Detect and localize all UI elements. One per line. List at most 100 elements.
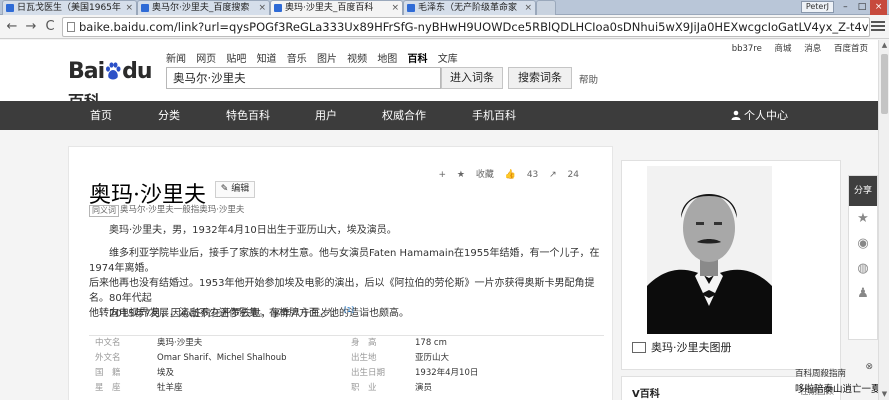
close-button[interactable]: × [870, 0, 888, 15]
tab-title: 日瓦戈医生（美国1965年 [17, 3, 121, 13]
baidu-baike-logo[interactable]: Baidu百科 [68, 56, 158, 111]
tab-title: 奥玛·沙里夫_百度百科 [285, 3, 374, 13]
reload-button[interactable]: C [41, 18, 59, 36]
forward-button[interactable]: → [22, 18, 40, 36]
minimize-button[interactable]: – [837, 0, 854, 15]
portrait-photo[interactable] [647, 166, 772, 334]
tab-favicon-icon [6, 4, 14, 12]
back-button[interactable]: ← [3, 18, 21, 36]
tab-close-icon[interactable]: × [524, 1, 532, 15]
scroll-up-icon[interactable]: ▲ [880, 41, 889, 50]
browser-tab-3-active[interactable]: 奥玛·沙里夫_百度百科 × [270, 0, 403, 15]
info-row: 星 座 牡羊座 职 业 演员 [95, 383, 433, 393]
profile-button[interactable]: PeterJ [800, 1, 834, 13]
reference-link[interactable]: [1] [344, 306, 354, 314]
basic-info-table: 中文名 奥玛·沙里夫 身 高 178 cm 外文名 Omar Sharif、Mi… [89, 335, 604, 396]
summary-paragraph-1: 奥玛·沙里夫，男，1932年4月10日出生于亚历山大，埃及演员。 [109, 225, 397, 236]
qq-icon[interactable]: ♟ [849, 281, 877, 306]
share-panel: 分享 ★ ◉ ◍ ♟ [848, 175, 878, 340]
nav-mobile[interactable]: 手机百科 [472, 101, 516, 130]
person-icon [731, 110, 741, 120]
close-icon[interactable]: ⊗ [865, 362, 873, 372]
window-controls: – □ × [837, 0, 888, 15]
site-header: 新闻 网页 贴吧 知道 音乐 图片 视频 地图 百科 文库 bb37re 商城 … [0, 40, 878, 111]
synonym-text: 奥马尔·沙里夫一般指奥玛·沙里夫 [120, 205, 245, 215]
summary-paragraph-3: 2015年7月，因心脏病在开罗去世，享年八十三岁。 [1] [109, 306, 354, 320]
tab-favicon-icon [407, 4, 415, 12]
wechat-icon[interactable]: ◍ [849, 256, 877, 281]
page-scrollbar[interactable]: ▲ ▼ [878, 40, 889, 400]
info-row: 国 籍 埃及 出生日期 1932年4月10日 [95, 368, 479, 378]
v-baike-title: V百科 [632, 389, 660, 400]
like-button[interactable]: 👍 43 [505, 170, 539, 180]
user-links: bb37re 商城 消息 百度首页 [722, 42, 868, 54]
link-web[interactable]: 网页 [196, 54, 216, 65]
baidu-home-link[interactable]: 百度首页 [834, 44, 868, 54]
link-baike[interactable]: 百科 [408, 54, 428, 65]
page-icon [67, 22, 75, 32]
album-icon [632, 342, 646, 353]
link-news[interactable]: 新闻 [166, 54, 186, 65]
browser-tab-2[interactable]: 奥马尔·沙里夫_百度搜索 × [137, 0, 270, 15]
mall-link[interactable]: 商城 [775, 44, 792, 54]
link-wenku[interactable]: 文库 [438, 54, 458, 65]
edit-button[interactable]: ✎ 编辑 [215, 181, 255, 198]
search-input[interactable]: 奥马尔·沙里夫 [166, 67, 441, 89]
share-label: 分享 [849, 176, 877, 206]
link-zhidao[interactable]: 知道 [257, 54, 277, 65]
new-tab-button[interactable] [536, 0, 556, 15]
scroll-thumb[interactable] [881, 54, 888, 114]
nav-category[interactable]: 分类 [158, 101, 180, 130]
promo-popup[interactable]: ⊗ 百科周殺指南 哆啦陪泰山逍亡一夏 [793, 361, 878, 399]
help-link[interactable]: 帮助 [579, 72, 598, 86]
browser-tab-4[interactable]: 毛泽东（无产阶级革命家 × [403, 0, 536, 15]
browser-tab-1[interactable]: 日瓦戈医生（美国1965年 × [2, 0, 137, 15]
page-viewport: 新闻 网页 贴吧 知道 音乐 图片 视频 地图 百科 文库 bb37re 商城 … [0, 40, 878, 400]
synonym-tag: 同义词 [89, 205, 119, 217]
product-links: 新闻 网页 贴吧 知道 音乐 图片 视频 地图 百科 文库 [166, 50, 465, 65]
tab-close-icon[interactable]: × [258, 1, 266, 15]
nav-personal-center[interactable]: 个人中心 [731, 101, 788, 130]
paw-icon [106, 62, 121, 80]
main-navbar: 首页 分类 特色百科 用户 权威合作 手机百科 个人中心 [0, 101, 878, 130]
collect-button[interactable]: ★ 收藏 [457, 170, 494, 180]
article-actions: + ★ 收藏 👍 43 ↗ 24 [430, 167, 579, 180]
tab-favicon-icon [274, 4, 282, 12]
share-count-button[interactable]: ↗ 24 [549, 170, 579, 180]
username-link[interactable]: bb37re [732, 44, 762, 54]
nav-featured[interactable]: 特色百科 [226, 101, 270, 130]
link-tieba[interactable]: 贴吧 [226, 54, 246, 65]
menu-icon[interactable] [871, 19, 885, 35]
nav-authority[interactable]: 权威合作 [382, 101, 426, 130]
browser-tab-bar: 日瓦戈医生（美国1965年 × 奥马尔·沙里夫_百度搜索 × 奥玛·沙里夫_百度… [0, 0, 889, 15]
album-link[interactable]: 奥玛·沙里夫图册 [651, 339, 732, 355]
nav-home[interactable]: 首页 [90, 101, 112, 130]
link-music[interactable]: 音乐 [287, 54, 307, 65]
scroll-down-icon[interactable]: ▼ [880, 390, 889, 399]
link-images[interactable]: 图片 [317, 54, 337, 65]
tab-title: 奥马尔·沙里夫_百度搜索 [152, 3, 250, 13]
sidebar-album-card: 奥玛·沙里夫图册 [621, 160, 841, 370]
tab-close-icon[interactable]: × [125, 1, 133, 15]
messages-link[interactable]: 消息 [804, 44, 821, 54]
info-row: 中文名 奥玛·沙里夫 身 高 178 cm [95, 338, 447, 348]
star-icon[interactable]: ★ [849, 206, 877, 231]
tab-favicon-icon [141, 4, 149, 12]
article-card: + ★ 收藏 👍 43 ↗ 24 奥玛·沙里夫 ✎ 编辑 同义词 奥马尔·沙里夫… [68, 146, 613, 400]
weibo-icon[interactable]: ◉ [849, 231, 877, 256]
address-text: baike.baidu.com/link?url=qysPOGf3ReGLa33… [79, 20, 870, 34]
add-icon[interactable]: + [438, 170, 446, 180]
info-row: 外文名 Omar Sharif、Michel Shalhoub 出生地 亚历山大 [95, 353, 450, 363]
link-map[interactable]: 地图 [377, 54, 397, 65]
nav-users[interactable]: 用户 [315, 101, 337, 130]
address-bar[interactable]: baike.baidu.com/link?url=qysPOGf3ReGLa33… [62, 17, 870, 37]
link-video[interactable]: 视频 [347, 54, 367, 65]
promo-line-1: 百科周殺指南 [795, 369, 847, 379]
promo-line-2: 哆啦陪泰山逍亡一夏 [795, 384, 878, 395]
tab-close-icon[interactable]: × [391, 1, 399, 15]
maximize-button[interactable]: □ [854, 0, 871, 15]
search-entry-button[interactable]: 搜索词条 [508, 67, 572, 89]
tab-title: 毛泽东（无产阶级革命家 [418, 3, 518, 13]
browser-toolbar: ← → C baike.baidu.com/link?url=qysPOGf3R… [0, 15, 889, 39]
enter-entry-button[interactable]: 进入词条 [441, 67, 503, 89]
